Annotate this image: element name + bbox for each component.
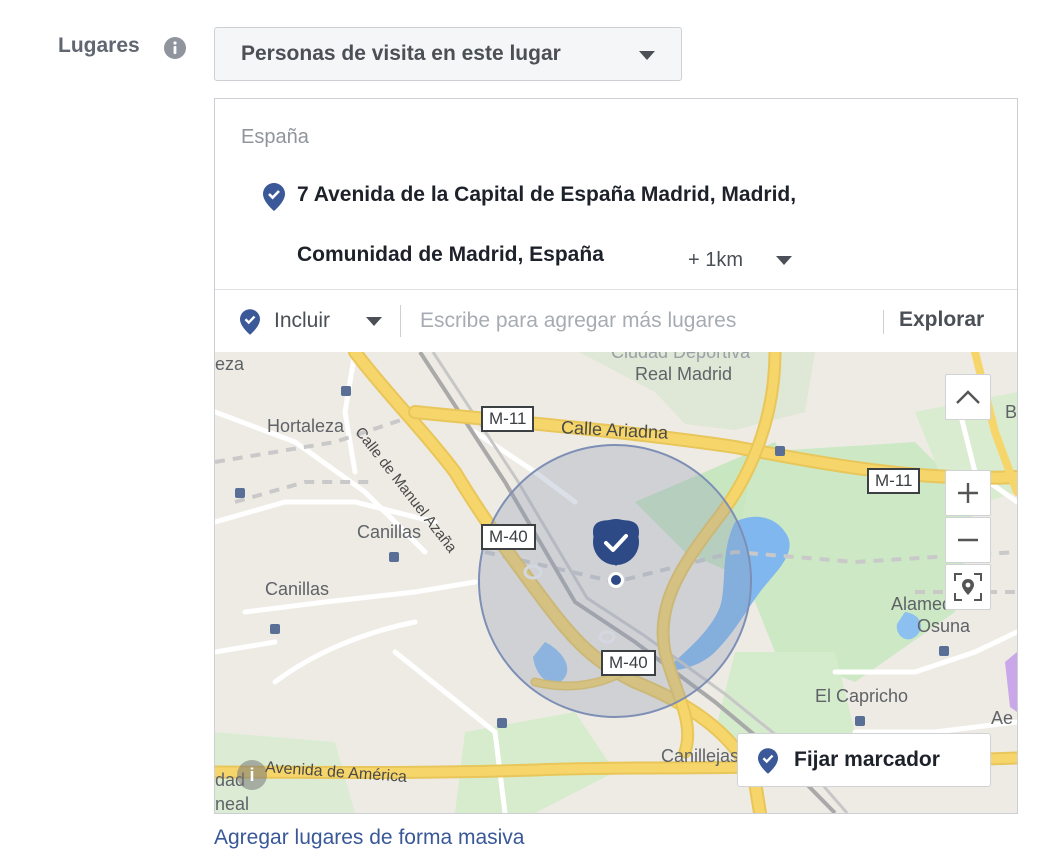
minus-icon	[958, 538, 978, 542]
map-label-neal: neal	[215, 794, 250, 813]
locate-pin-icon	[954, 573, 982, 601]
road-shield-m40: M-40	[481, 524, 536, 550]
location-check-pin-icon	[758, 748, 778, 774]
zoom-out-button[interactable]	[945, 517, 991, 563]
audience-type-dropdown[interactable]: Personas de visita en este lugar	[214, 27, 682, 81]
caret-down-icon[interactable]	[366, 317, 382, 327]
pin-marker-label: Fijar marcador	[794, 748, 940, 771]
map-label-real-madrid: Real Madrid	[635, 364, 733, 384]
location-check-pin-icon	[240, 309, 260, 335]
map[interactable]: Ciudad Deportiva Real Madrid eza Hortale…	[215, 352, 1017, 813]
country-heading: España	[241, 126, 309, 148]
map-label-canillas-1: Canillas	[357, 522, 422, 542]
plus-icon	[958, 483, 978, 503]
map-label-el-capricho: El Capricho	[815, 686, 909, 706]
zoom-in-button[interactable]	[945, 470, 991, 516]
locations-panel: España 7 Avenida de la Capital de España…	[214, 98, 1018, 814]
pin-marker-button[interactable]: Fijar marcador	[737, 733, 991, 787]
chevron-up-icon	[956, 390, 980, 404]
map-attribution-icon[interactable]: i	[237, 760, 267, 790]
recenter-button[interactable]	[945, 564, 991, 610]
map-label-ciudad-deportiva: Ciudad Deportiva	[611, 352, 751, 362]
divider	[400, 305, 401, 337]
road-shield-m11: M-11	[867, 468, 921, 494]
map-label-canillas-2: Canillas	[265, 579, 330, 599]
divider	[883, 310, 884, 334]
selected-location-line1: 7 Avenida de la Capital de España Madrid…	[297, 183, 797, 206]
location-search-input[interactable]	[420, 303, 860, 339]
selected-location-line2: Comunidad de Madrid, España	[297, 243, 604, 266]
map-label-hortaleza: Hortaleza	[267, 416, 345, 436]
map-collapse-button[interactable]	[945, 374, 991, 420]
map-label-b: B	[1005, 402, 1017, 422]
audience-type-value: Personas de visita en este lugar	[241, 42, 561, 65]
map-label-canillejas: Canillejas	[661, 746, 740, 766]
caret-down-icon	[639, 51, 655, 60]
road-shield-m11: M-11	[481, 406, 535, 432]
include-dropdown[interactable]: Incluir	[274, 309, 330, 333]
map-label-osuna: Osuna	[917, 616, 971, 636]
places-label: Lugares	[58, 34, 140, 57]
map-label-ae: Ae	[991, 708, 1014, 728]
add-location-row: Incluir Explorar	[215, 289, 1017, 353]
location-check-pin-icon	[263, 183, 285, 211]
explore-button[interactable]: Explorar	[899, 308, 984, 332]
road-shield-m40: M-40	[601, 650, 656, 676]
info-icon[interactable]	[163, 36, 187, 60]
radius-dropdown[interactable]: + 1km	[688, 249, 743, 272]
map-label-eza: eza	[215, 354, 245, 374]
bulk-add-locations-link[interactable]: Agregar lugares de forma masiva	[214, 826, 524, 850]
caret-down-icon[interactable]	[776, 256, 792, 266]
